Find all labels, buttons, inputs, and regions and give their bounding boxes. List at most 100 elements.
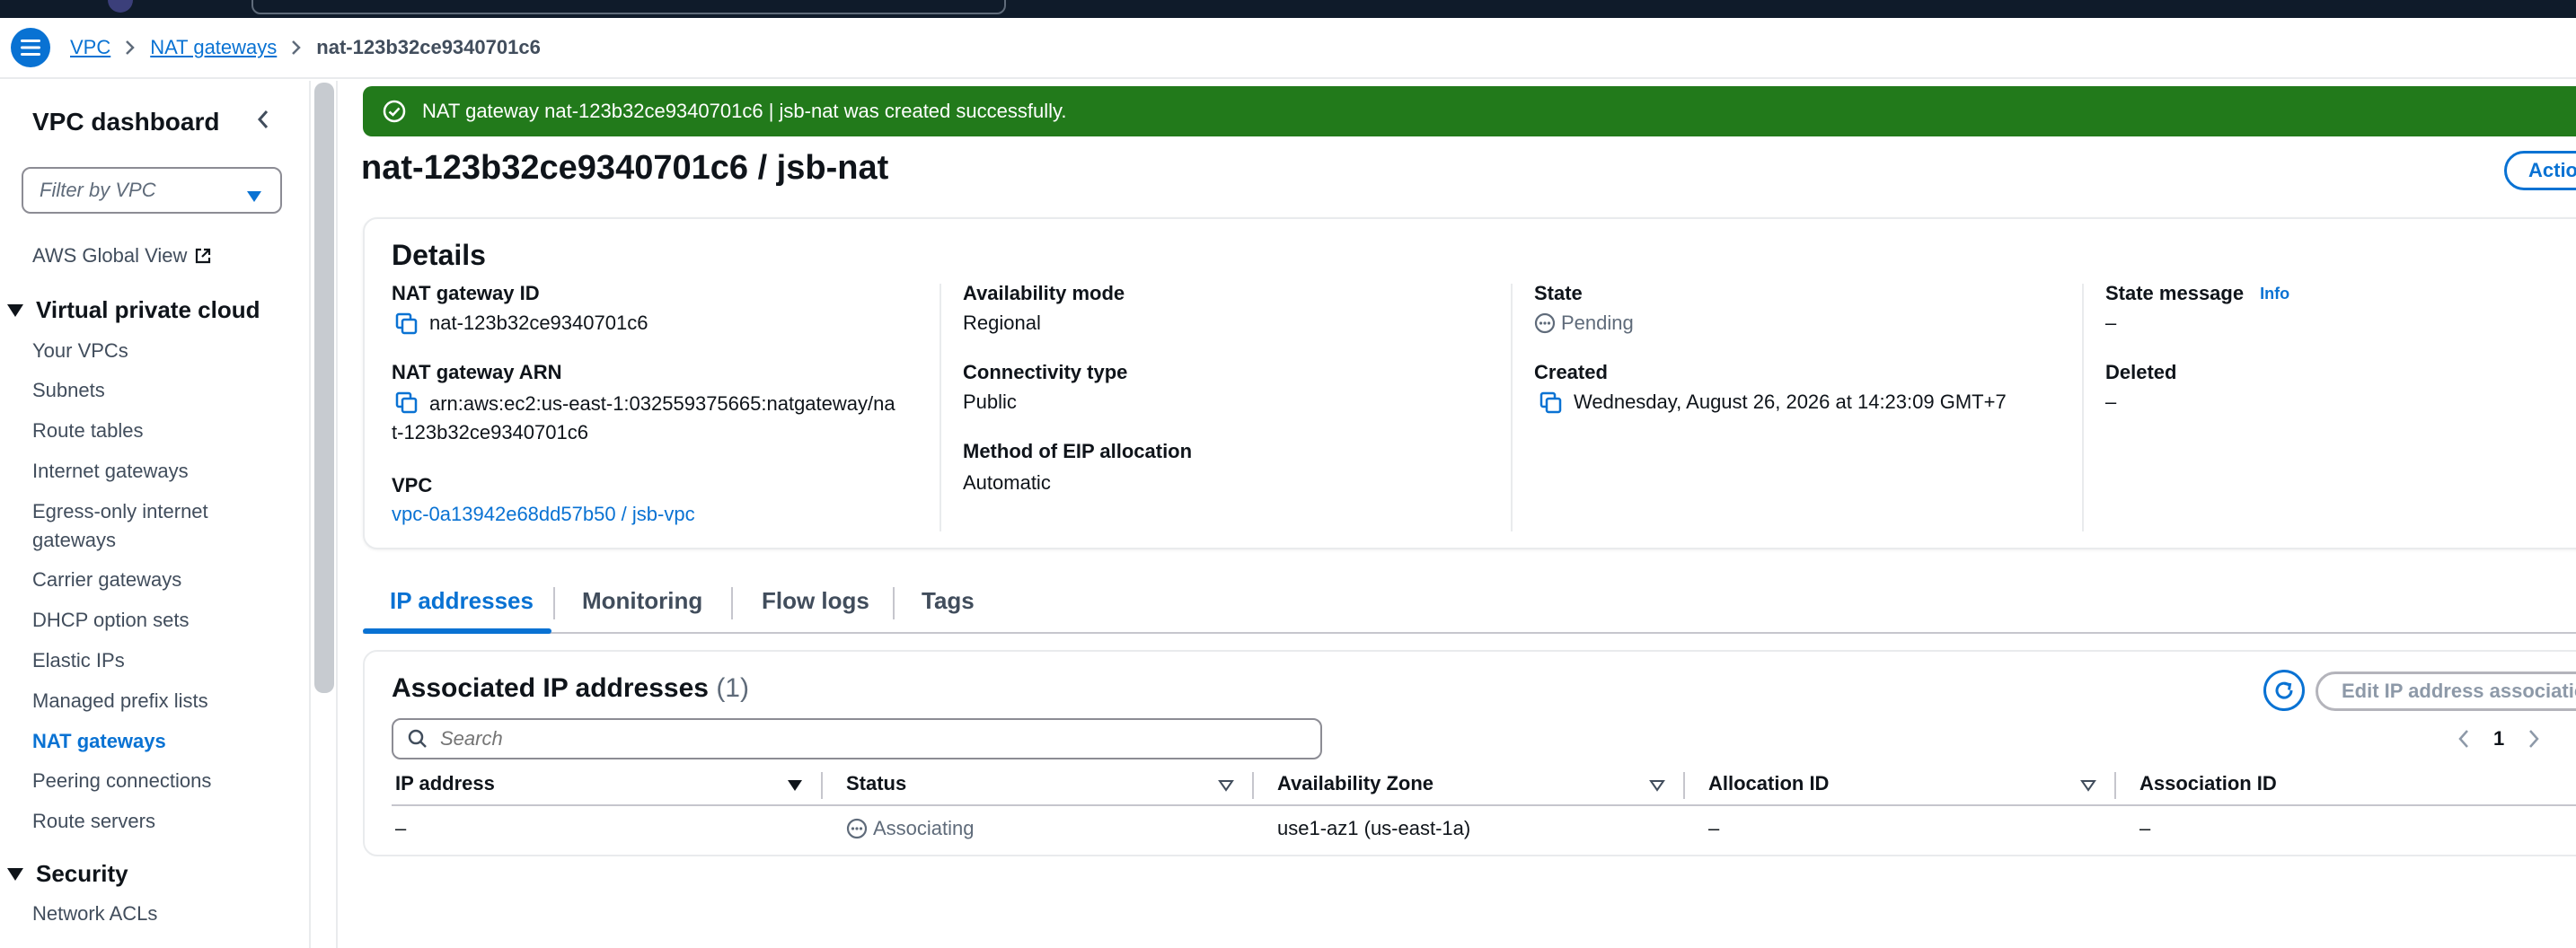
connectivity-type-label: Connectivity type (963, 361, 1128, 383)
ip-addresses-card: Associated IP addresses (1) Edit IP addr… (363, 650, 2576, 856)
sidebar-section-vpc[interactable]: Virtual private cloud (4, 296, 260, 324)
sidebar-item-dhcp-option-sets[interactable]: DHCP option sets (32, 609, 189, 632)
state-value: Pending (1534, 309, 1634, 338)
copy-icon[interactable] (395, 391, 419, 415)
search-input[interactable] (440, 727, 1302, 750)
chevron-right-icon[interactable] (2527, 729, 2540, 749)
availability-mode-value: Regional (963, 312, 1041, 334)
column-header-association-id[interactable]: Association ID (2139, 772, 2277, 795)
cell-availability-zone: use1-az1 (us-east-1a) (1277, 817, 1471, 839)
eip-allocation-label: Method of EIP allocation (963, 440, 1193, 462)
sidebar-scrollbar[interactable] (314, 83, 334, 693)
sidebar-item-managed-prefix-lists[interactable]: Managed prefix lists (32, 689, 208, 713)
breadcrumb: VPC NAT gateways nat-123b32ce9340701c6 (70, 36, 541, 59)
actions-button[interactable]: Actio (2504, 151, 2576, 190)
table-header-rule (392, 804, 2576, 806)
sidebar-item-route-tables[interactable]: Route tables (32, 419, 144, 443)
copy-icon[interactable] (395, 312, 419, 336)
nat-arn-value: arn:aws:ec2:us-east-1:032559375665:natga… (429, 392, 895, 415)
column-divider (2082, 284, 2084, 531)
refresh-icon (2275, 681, 2293, 699)
state-label: State (1534, 282, 1583, 304)
tab-tags[interactable]: Tags (922, 587, 975, 615)
detail-tabs: IP addresses Monitoring Flow logs Tags (363, 571, 2576, 634)
sidebar-item-carrier-gateways[interactable]: Carrier gateways (32, 568, 181, 592)
details-card: Details NAT gateway ID nat-123b32ce93407… (363, 217, 2576, 549)
tab-separator (893, 587, 895, 619)
sort-descending-icon[interactable] (787, 779, 803, 792)
sidebar-title[interactable]: VPC dashboard (32, 108, 219, 136)
sidebar-item-elastic-ips[interactable]: Elastic IPs (32, 649, 125, 672)
column-header-ip-address[interactable]: IP address (395, 772, 495, 795)
sidebar-item-subnets[interactable]: Subnets (32, 379, 105, 402)
search-field[interactable] (392, 718, 1322, 759)
tab-separator (553, 587, 555, 619)
sidebar-item-internet-gateways[interactable]: Internet gateways (32, 460, 189, 483)
sidebar-item-peering-connections[interactable]: Peering connections (32, 769, 211, 793)
sidebar-section-label: Security (36, 860, 128, 887)
success-check-icon (383, 100, 406, 123)
external-link-icon (196, 248, 211, 264)
sort-icon[interactable] (2080, 779, 2096, 792)
search-icon (408, 729, 427, 748)
breadcrumb-nat-gateways-link[interactable]: NAT gateways (150, 36, 277, 59)
refresh-button[interactable] (2263, 670, 2305, 711)
chevron-left-icon[interactable] (2457, 729, 2470, 749)
sidebar-item-route-servers[interactable]: Route servers (32, 810, 155, 833)
sidebar-section-security[interactable]: Security (4, 860, 128, 888)
column-header-status[interactable]: Status (846, 772, 906, 795)
pending-icon (1534, 312, 1556, 334)
vpc-link[interactable]: vpc-0a13942e68dd57b50 / jsb-vpc (392, 503, 695, 526)
info-link[interactable]: Info (2260, 285, 2289, 303)
ip-table-title-text: Associated IP addresses (392, 673, 709, 703)
nat-id-value: nat-123b32ce9340701c6 (429, 312, 648, 334)
filter-by-vpc-select[interactable]: Filter by VPC (22, 167, 282, 214)
availability-mode-label: Availability mode (963, 282, 1125, 304)
state-message-value: – (2105, 312, 2117, 334)
sidebar-item-network-acls[interactable]: Network ACLs (32, 902, 157, 926)
nat-arn-label: NAT gateway ARN (392, 361, 562, 383)
column-separator (821, 772, 823, 799)
sort-icon[interactable] (1649, 779, 1665, 792)
global-search-input[interactable] (251, 0, 1006, 14)
column-separator (1252, 772, 1254, 799)
tab-ip-addresses[interactable]: IP addresses (390, 587, 534, 615)
cell-allocation-id: – (1708, 817, 1720, 839)
ip-table-count: (1) (716, 673, 749, 703)
column-divider (1511, 284, 1513, 531)
connectivity-type-value: Public (963, 391, 1017, 413)
sidebar-item-egress-only-gateways[interactable]: Egress-only internet (32, 500, 208, 523)
services-icon[interactable] (108, 0, 133, 13)
chevron-left-icon[interactable] (257, 110, 269, 134)
breadcrumb-vpc-link[interactable]: VPC (70, 36, 110, 59)
deleted-value: – (2105, 391, 2117, 413)
created-label: Created (1534, 361, 1608, 383)
sort-icon[interactable] (1218, 779, 1234, 792)
flash-message: NAT gateway nat-123b32ce9340701c6 | jsb-… (422, 100, 1067, 122)
nat-arn-value-line2: t-123b32ce9340701c6 (392, 421, 588, 443)
state-text: Pending (1561, 312, 1634, 334)
state-message-label: State message Info (2105, 282, 2289, 305)
content-divider (336, 81, 338, 948)
column-header-availability-zone[interactable]: Availability Zone (1277, 772, 1434, 795)
ip-table-title: Associated IP addresses (1) (392, 673, 749, 704)
sidebar-item-label: AWS Global View (32, 244, 188, 267)
breadcrumb-current: nat-123b32ce9340701c6 (316, 36, 541, 58)
breadcrumb-bar: VPC NAT gateways nat-123b32ce9340701c6 (0, 18, 2576, 79)
tab-monitoring[interactable]: Monitoring (582, 587, 702, 615)
tab-flow-logs[interactable]: Flow logs (762, 587, 869, 615)
sidebar-item-egress-only-gateways-line2[interactable]: gateways (32, 529, 116, 552)
sidebar-item-your-vpcs[interactable]: Your VPCs (32, 339, 128, 363)
copy-icon[interactable] (1539, 391, 1563, 415)
column-separator (1683, 772, 1685, 799)
sidebar-item-nat-gateways[interactable]: NAT gateways (32, 730, 166, 753)
nat-id-label: NAT gateway ID (392, 282, 540, 304)
column-header-allocation-id[interactable]: Allocation ID (1708, 772, 1829, 795)
sidebar-item-global-view[interactable]: AWS Global View (32, 244, 212, 268)
page-number[interactable]: 1 (2493, 727, 2504, 750)
caret-down-icon (7, 867, 23, 881)
filter-placeholder: Filter by VPC (40, 179, 156, 201)
menu-icon[interactable] (11, 28, 50, 67)
edit-ip-associations-button[interactable]: Edit IP address associatio (2316, 672, 2576, 711)
tab-separator (731, 587, 733, 619)
